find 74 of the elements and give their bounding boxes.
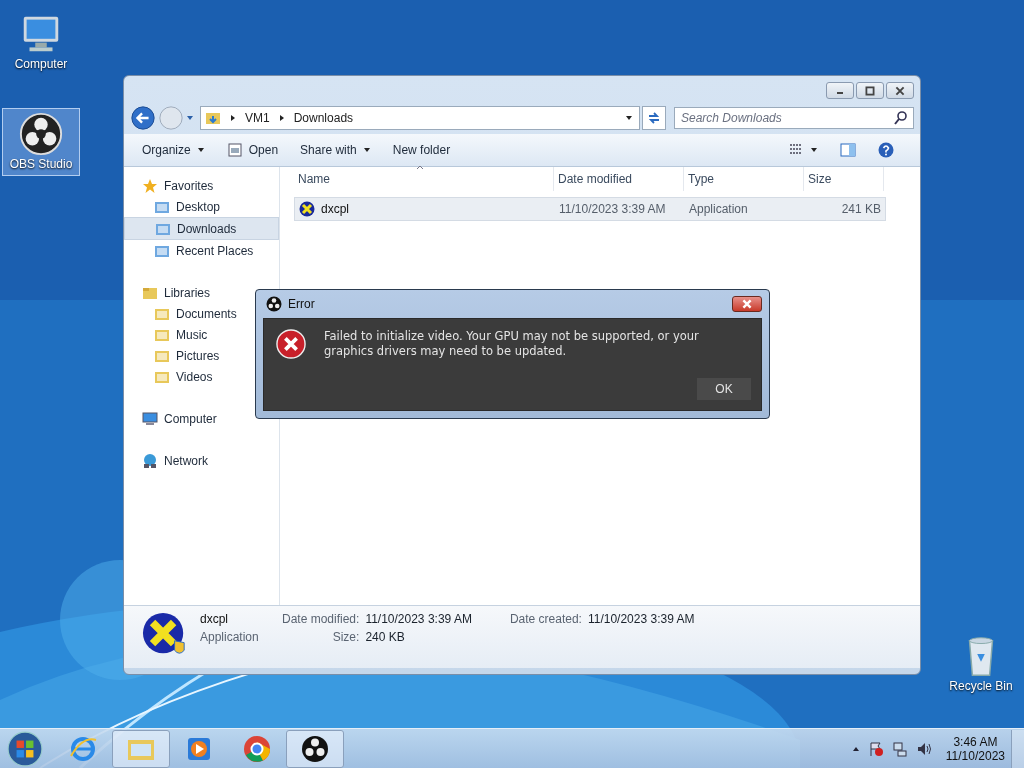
chrome-icon [242,733,272,764]
back-icon[interactable] [130,105,156,131]
field-label: Date modified: [282,612,360,626]
clock-date: 11/10/2023 [945,748,1005,763]
window-icon [226,142,243,158]
clock[interactable]: 3:46 AM 11/10/2023 [945,734,1005,763]
network-icon[interactable] [891,740,908,757]
column-header[interactable]: Date modified [554,167,684,191]
file-row[interactable]: dxcpl 11/10/2023 3:39 AM Application 241 KB [294,197,886,221]
toolbar-button[interactable]: New folder [386,139,457,161]
address-bar[interactable]: VM1 Downloads [200,106,640,130]
close-button[interactable] [886,82,914,99]
desktop-shortcut[interactable]: Recycle Bin [942,630,1020,698]
desktop-shortcut[interactable]: OBS Studio [2,108,80,176]
table-cell-text: 241 KB [840,201,882,218]
maximize-icon [864,85,876,96]
nav-item[interactable]: Favorites [124,175,279,196]
taskbar-app[interactable] [286,729,344,768]
desktop-shortcut[interactable]: Computer [2,8,80,76]
dropdown-icon[interactable] [625,114,633,122]
error-icon [276,329,306,359]
refresh-button[interactable] [642,106,666,130]
pane-icon [840,142,856,158]
network-icon [142,452,158,469]
toolbar-button[interactable]: Share with [294,139,377,161]
field-label: Size: [331,630,360,644]
field-value: 240 KB [365,630,406,644]
caret-icon [362,146,371,154]
search-icon [893,110,909,126]
minimize-button[interactable] [826,82,854,99]
maximize-button[interactable] [856,82,884,99]
star-icon [142,177,158,194]
refresh-icon [646,110,662,126]
chevron-icon [277,114,286,122]
breadcrumb-item[interactable]: VM1 [245,111,270,125]
nav-item[interactable]: Downloads [124,217,279,240]
nav-item[interactable]: Network [124,450,279,471]
ok-button[interactable]: OK [697,378,751,400]
close-button[interactable] [732,296,762,312]
caret-icon [196,146,205,154]
error-message: Failed to initialize video. Your GPU may not be supported, or your graphics drivers may need to be updated. [324,329,700,359]
clock-time: 3:46 AM [953,734,998,749]
close-icon [894,85,906,96]
app-icon [299,201,315,217]
help-icon [878,142,894,158]
field-label: Date created: [509,612,582,626]
file-name: dxcpl [321,202,349,216]
computer-icon [142,410,158,427]
caret-icon [810,146,818,154]
file-type: Application [200,630,260,644]
table-cell-text: Application [688,201,749,218]
close-icon [741,299,753,309]
breadcrumb-item[interactable]: Downloads [293,111,354,125]
nav-item[interactable]: Desktop [124,196,279,217]
field-value: 11/10/2023 3:39 AM [365,612,472,626]
file-name: dxcpl [200,612,229,626]
dialog-title: Error [288,297,315,311]
column-header[interactable]: Type [684,167,804,191]
column-header[interactable]: Name [294,167,554,191]
toolbar-button[interactable]: Open [220,138,285,162]
app-logo-icon [18,111,64,157]
table-cell-text: 11/10/2023 3:39 AM [558,201,667,218]
minimize-icon [837,92,843,94]
field-value: 11/10/2023 3:39 AM [587,612,695,626]
app-logo-icon [266,296,282,312]
start-button[interactable] [6,729,44,768]
app-logo-icon [300,733,330,764]
chevron-icon [229,114,237,122]
search-field[interactable]: Search Downloads [674,107,914,129]
folder-icon [205,110,221,126]
column-header[interactable]: Size [804,167,884,191]
nav-item[interactable]: Recent Places [124,240,279,261]
flag-icon[interactable] [867,740,884,757]
toolbar-button[interactable]: Organize [136,139,211,161]
